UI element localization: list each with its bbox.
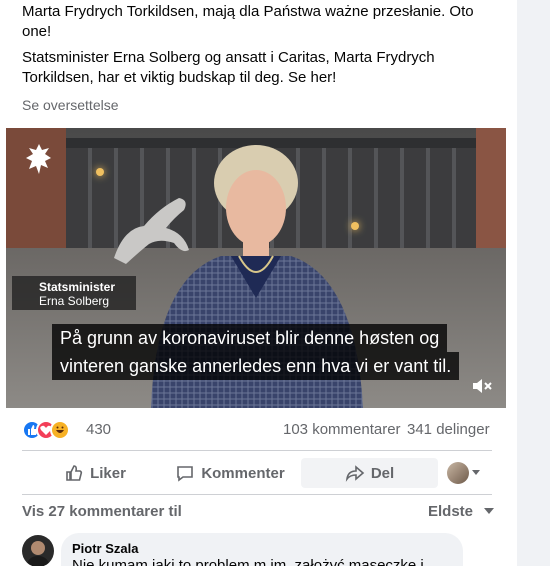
comment-sort-dropdown[interactable]: Eldste [428, 503, 495, 520]
comment-label: Kommenter [201, 464, 285, 482]
caret-down-icon[interactable] [471, 469, 481, 477]
lower-third: Statsminister Erna Solberg [12, 276, 136, 310]
post-text-norwegian: Statsminister Erna Solberg og ansatt i C… [22, 49, 435, 86]
haha-icon[interactable] [50, 420, 70, 440]
share-label: Del [370, 464, 395, 482]
post-stats: 430 103 kommentarer 341 delinger [22, 418, 492, 442]
see-translation-link[interactable]: Se oversettelse [22, 97, 119, 113]
like-button[interactable]: Liker [40, 458, 150, 488]
reactions-count[interactable]: 430 [86, 421, 111, 438]
share-arrow-icon [345, 465, 365, 482]
comment-bubble-icon [177, 466, 194, 482]
post-text-polish: Marta Frydrych Torkildsen, mają dla Pańs… [22, 3, 474, 40]
comment-button[interactable]: Kommenter [165, 458, 295, 488]
caret-down-icon [484, 508, 495, 514]
page-avatar-selector[interactable] [447, 462, 469, 484]
video-player[interactable]: Statsminister Erna Solberg På grunn av k… [6, 128, 506, 408]
lower-third-name: Erna Solberg [39, 294, 110, 308]
divider [22, 494, 492, 495]
thumbs-up-icon [66, 465, 83, 481]
comment-text: Nie kumam jaki to problem m im, założyć … [72, 557, 424, 566]
post-card: Marta Frydrych Torkildsen, mają dla Pańs… [0, 0, 517, 566]
lower-third-title: Statsminister [39, 280, 116, 294]
comment-author[interactable]: Piotr Szala [72, 541, 138, 556]
sort-label: Eldste [428, 503, 474, 520]
comments-count[interactable]: 103 kommentarer [283, 421, 401, 438]
comment-bubble: Piotr Szala Nie kumam jaki to problem m … [61, 533, 463, 566]
subtitle-line-2: vinteren ganske annerledes enn hva vi er… [52, 352, 460, 380]
commenter-avatar[interactable] [22, 535, 54, 566]
speaker-muted-icon[interactable] [471, 376, 493, 396]
page-gutter [517, 0, 550, 566]
subtitle-line-1: På grunn av koronaviruset blir denne høs… [52, 324, 448, 352]
share-button[interactable]: Del [301, 458, 438, 488]
like-label: Liker [90, 464, 126, 482]
norwegian-lion-crest-icon [26, 144, 51, 174]
lamp-light [96, 168, 104, 176]
divider [22, 450, 492, 451]
shares-count[interactable]: 341 delinger [407, 421, 490, 438]
building-right [476, 128, 506, 258]
view-more-comments-link[interactable]: Vis 27 kommentarer til [22, 503, 182, 520]
